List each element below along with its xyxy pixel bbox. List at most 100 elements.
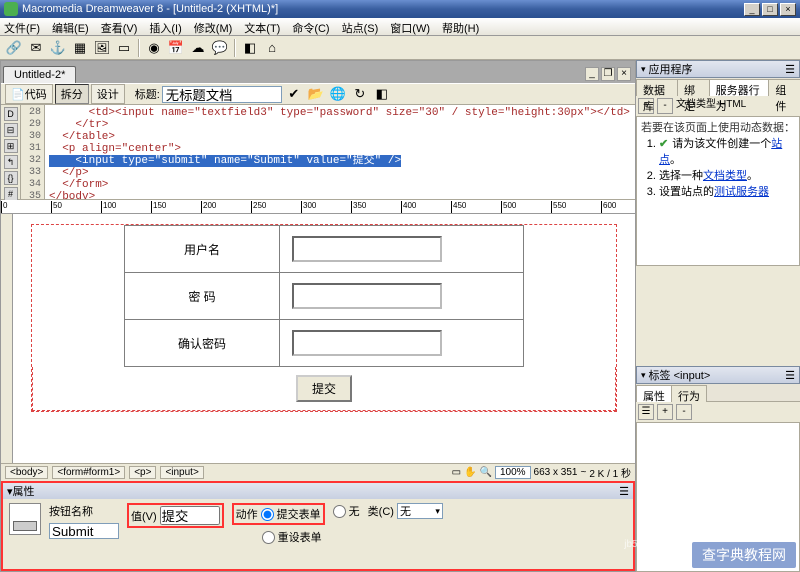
link-testserver[interactable]: 测试服务器 xyxy=(714,186,769,198)
anchor-icon[interactable]: ⚓ xyxy=(48,38,68,58)
menu-help[interactable]: 帮助(H) xyxy=(442,20,479,33)
separator xyxy=(138,39,140,57)
crumb-p[interactable]: <p> xyxy=(129,466,156,479)
image-icon[interactable]: 🖼 xyxy=(92,38,112,58)
show-set-icon[interactable]: ☰ xyxy=(638,404,654,420)
media-icon[interactable]: ◉ xyxy=(144,38,164,58)
table-row: 密 码 xyxy=(125,273,524,320)
refresh-icon[interactable]: ↻ xyxy=(350,84,370,104)
view-design-button[interactable]: 设计 xyxy=(91,84,125,104)
doc-restore-button[interactable]: ❐ xyxy=(601,67,615,81)
hand-tool-icon[interactable]: ✋ xyxy=(464,467,476,478)
submit-button[interactable] xyxy=(296,375,352,402)
menu-file[interactable]: 文件(F) xyxy=(4,20,40,33)
menu-window[interactable]: 窗口(W) xyxy=(390,20,430,33)
application-panel-body: 若要在该页面上使用动态数据： ✔请为该文件创建一个站点。 选择一种文档类型。 设… xyxy=(636,117,800,266)
action-none-radio[interactable] xyxy=(333,505,346,518)
separator xyxy=(234,39,236,57)
tab-server-behaviors[interactable]: 服务器行为 xyxy=(709,79,770,96)
view-split-button[interactable]: 拆分 xyxy=(55,84,89,104)
preview-icon[interactable]: 🌐 xyxy=(328,84,348,104)
label-confirm: 确认密码 xyxy=(125,320,280,367)
button-name-input[interactable] xyxy=(49,523,119,539)
tag-selector: <body> <form#form1> <p> <input> ▭ ✋ 🔍 10… xyxy=(1,463,635,481)
menu-commands[interactable]: 命令(C) xyxy=(292,20,329,33)
remove-attr-icon[interactable]: - xyxy=(676,404,692,420)
application-panel-header[interactable]: ▾应用程序☰ xyxy=(636,60,800,78)
date-icon[interactable]: 📅 xyxy=(166,38,186,58)
menu-edit[interactable]: 编辑(E) xyxy=(52,20,89,33)
design-view[interactable]: 用户名 密 码 确认密码 xyxy=(1,214,635,463)
file-mgmt-icon[interactable]: 📂 xyxy=(306,84,326,104)
doc-close-button[interactable]: × xyxy=(617,67,631,81)
title-bar: Macromedia Dreamweaver 8 - [Untitled-2 (… xyxy=(0,0,800,18)
hyperlink-icon[interactable]: 🔗 xyxy=(4,38,24,58)
maximize-button[interactable]: □ xyxy=(762,3,778,16)
watermark-url: jb51.net www.jiaocheng.chazidian.com xyxy=(624,539,796,550)
div-icon[interactable]: ▭ xyxy=(114,38,134,58)
submit-bar xyxy=(32,367,616,411)
remove-icon[interactable]: - xyxy=(657,98,673,114)
action-reset-radio[interactable] xyxy=(262,531,275,544)
view-code-button[interactable]: 📄代码 xyxy=(5,84,53,104)
zoom-tool-icon[interactable]: 🔍 xyxy=(480,467,492,478)
code-editor[interactable]: <td><input name="textfield3" type="passw… xyxy=(45,105,635,199)
menu-site[interactable]: 站点(S) xyxy=(342,20,379,33)
document-tab[interactable]: Untitled-2* xyxy=(3,66,76,83)
class-select[interactable]: 无 xyxy=(397,503,443,519)
view-options-icon[interactable]: ◧ xyxy=(372,84,392,104)
validate-icon[interactable]: ✔ xyxy=(284,84,304,104)
input-password[interactable] xyxy=(292,283,442,309)
menu-insert[interactable]: 插入(I) xyxy=(149,20,181,33)
tag-panel-header[interactable]: ▾标签 <input>☰ xyxy=(636,366,800,384)
tab-components[interactable]: 组件 xyxy=(768,79,800,96)
crumb-body[interactable]: <body> xyxy=(5,466,48,479)
action-submit-radio[interactable] xyxy=(261,508,274,521)
comment-icon[interactable]: 💬 xyxy=(210,38,230,58)
document-area: Untitled-2* _ ❐ × 📄代码 拆分 设计 标题: ✔ 📂 🌐 ↻ … xyxy=(0,60,636,572)
hint-lead: 若要在该页面上使用动态数据： xyxy=(641,121,795,135)
tab-database[interactable]: 数据库 xyxy=(636,79,678,96)
value-label: 值(V) xyxy=(131,508,157,524)
tab-bindings[interactable]: 绑定 xyxy=(677,79,710,96)
input-username[interactable] xyxy=(292,236,442,262)
minimize-button[interactable]: _ xyxy=(744,3,760,16)
close-button[interactable]: × xyxy=(780,3,796,16)
balance-braces-icon[interactable]: {} xyxy=(4,171,18,185)
expand-icon[interactable]: ⊞ xyxy=(4,139,18,153)
email-icon[interactable]: ✉ xyxy=(26,38,46,58)
server-icon[interactable]: ☁ xyxy=(188,38,208,58)
window-size[interactable]: 663 x 351 xyxy=(534,467,578,478)
table-icon[interactable]: ▦ xyxy=(70,38,90,58)
templates-icon[interactable]: ◧ xyxy=(240,38,260,58)
line-numbers-icon[interactable]: # xyxy=(4,187,18,201)
value-input[interactable] xyxy=(160,506,220,525)
action-group: 动作 提交表单 xyxy=(232,503,325,525)
zoom-select[interactable]: 100% xyxy=(495,466,531,479)
select-tool-icon[interactable]: ▭ xyxy=(452,467,461,478)
table-row: 用户名 xyxy=(125,226,524,273)
select-parent-icon[interactable]: ↰ xyxy=(4,155,18,169)
application-tabs: 数据库 绑定 服务器行为 组件 xyxy=(636,78,800,96)
menu-text[interactable]: 文本(T) xyxy=(244,20,280,33)
table-row: 确认密码 xyxy=(125,320,524,367)
tag-chooser-icon[interactable]: ⌂ xyxy=(262,38,282,58)
tab-attributes[interactable]: 属性 xyxy=(636,385,672,402)
input-confirm[interactable] xyxy=(292,330,442,356)
open-docs-icon[interactable]: D xyxy=(4,107,18,121)
collapse-icon[interactable]: ⊟ xyxy=(4,123,18,137)
menu-view[interactable]: 查看(V) xyxy=(101,20,138,33)
crumb-form[interactable]: <form#form1> xyxy=(52,466,125,479)
line-gutter: 2829303132333435 xyxy=(21,105,45,199)
doc-minimize-button[interactable]: _ xyxy=(585,67,599,81)
panel-menu-icon[interactable]: ☰ xyxy=(619,485,629,498)
code-toolbar: D ⊟ ⊞ ↰ {} # ☀ xyxy=(1,105,21,199)
crumb-input[interactable]: <input> xyxy=(160,466,203,479)
tab-behaviors[interactable]: 行为 xyxy=(671,385,707,402)
form-outline[interactable]: 用户名 密 码 确认密码 xyxy=(31,224,617,412)
menu-modify[interactable]: 修改(M) xyxy=(194,20,233,33)
doctype-label: 文档类型 xyxy=(676,98,716,114)
title-input[interactable] xyxy=(162,86,282,103)
add-attr-icon[interactable]: + xyxy=(657,404,673,420)
link-doctype[interactable]: 文档类型 xyxy=(703,170,747,182)
